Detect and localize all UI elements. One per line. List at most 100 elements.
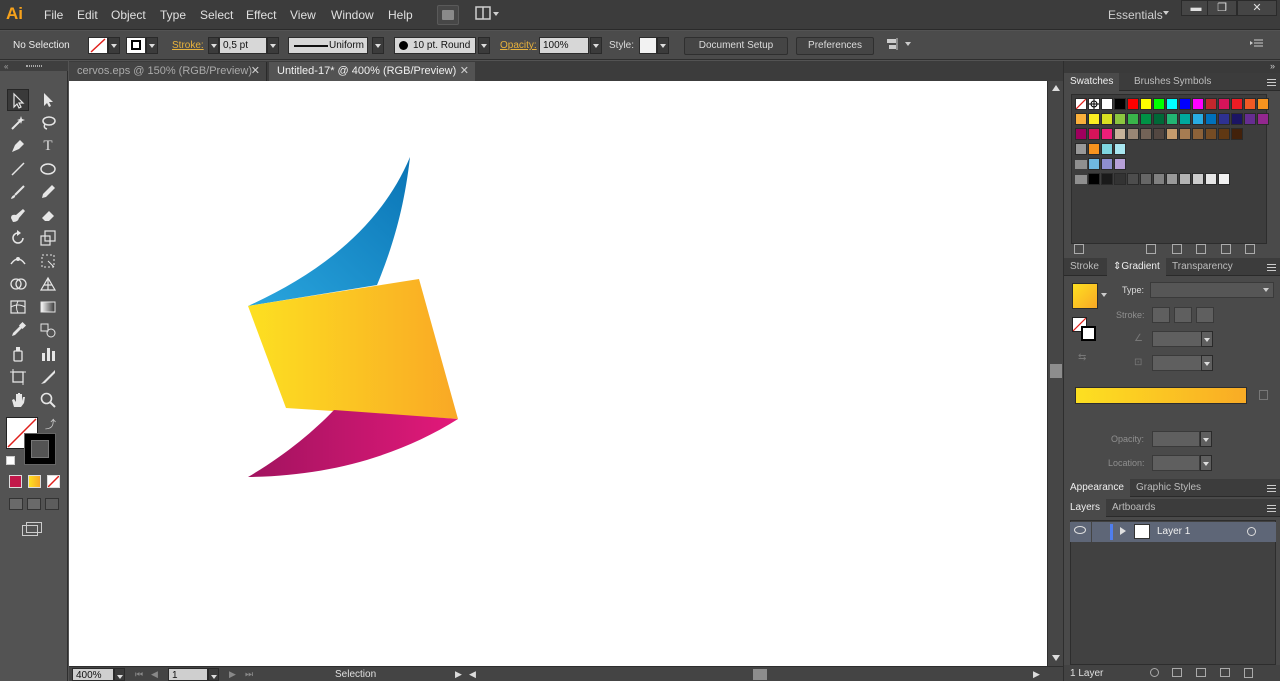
stroke-within-button[interactable]: [1152, 307, 1170, 323]
gradient-aspect-dropdown[interactable]: [1201, 355, 1213, 371]
gradient-stroke-indicator[interactable]: [1081, 326, 1096, 341]
artboard-dropdown[interactable]: [208, 668, 219, 681]
new-color-group-icon[interactable]: [1196, 244, 1206, 254]
brush-dropdown[interactable]: [478, 37, 490, 54]
direct-selection-tool[interactable]: [37, 89, 59, 111]
swatch-chip[interactable]: [1205, 173, 1217, 185]
swatch-chip[interactable]: [1075, 128, 1087, 140]
swatch-chip[interactable]: [1192, 98, 1204, 110]
swatch-libraries-icon[interactable]: [1074, 244, 1084, 254]
fill-swatch[interactable]: [88, 37, 108, 54]
close-tab-icon[interactable]: ✕: [460, 62, 469, 81]
swatch-chip[interactable]: [1205, 113, 1217, 125]
menu-edit[interactable]: Edit: [77, 8, 98, 22]
swatch-chip[interactable]: [1205, 98, 1217, 110]
swatch-chip[interactable]: [1166, 128, 1178, 140]
expand-triangle-icon[interactable]: [1120, 527, 1126, 535]
swatch-chip[interactable]: [1218, 98, 1230, 110]
artboard-canvas[interactable]: [69, 81, 1047, 666]
stroke-color-box[interactable]: [24, 433, 56, 465]
stroke-profile-select[interactable]: Uniform: [288, 37, 368, 54]
swatch-chip[interactable]: [1231, 98, 1243, 110]
stroke-weight-stepper[interactable]: [208, 37, 219, 54]
stroke-profile-dropdown[interactable]: [372, 37, 384, 54]
swatch-chip[interactable]: [1218, 113, 1230, 125]
menu-help[interactable]: Help: [388, 8, 413, 22]
swatch-chip[interactable]: [1075, 113, 1087, 125]
tab-artboards[interactable]: Artboards: [1106, 499, 1161, 517]
color-mode-button[interactable]: [9, 475, 22, 488]
swatch-chip[interactable]: [1153, 128, 1165, 140]
free-transform-tool[interactable]: [37, 250, 59, 272]
fill-dropdown[interactable]: [108, 37, 120, 54]
screen-mode-button[interactable]: [22, 522, 42, 536]
gradient-angle-dropdown[interactable]: [1201, 331, 1213, 347]
swatch-chip[interactable]: [1088, 113, 1100, 125]
swatch-chip[interactable]: [1114, 128, 1126, 140]
close-window-button[interactable]: ✕: [1237, 0, 1277, 16]
swatch-chip[interactable]: [1075, 98, 1087, 110]
previous-artboard-icon[interactable]: ◀: [151, 669, 158, 680]
swatch-chip[interactable]: [1244, 98, 1256, 110]
width-tool[interactable]: [7, 250, 29, 272]
gradient-preview-swatch[interactable]: [1072, 283, 1098, 309]
swatch-chip[interactable]: [1179, 173, 1191, 185]
panel-menu-icon[interactable]: [1267, 77, 1277, 87]
stroke-along-button[interactable]: [1174, 307, 1192, 323]
delete-stop-icon[interactable]: [1259, 390, 1268, 400]
last-artboard-icon[interactable]: ⏭: [245, 669, 253, 680]
tab-graphic-styles[interactable]: Graphic Styles: [1130, 479, 1207, 497]
swatch-chip[interactable]: [1257, 113, 1269, 125]
make-clipping-mask-icon[interactable]: [1172, 668, 1182, 677]
gradient-location-field[interactable]: [1152, 455, 1200, 471]
pencil-tool[interactable]: [37, 181, 59, 203]
swatch-chip[interactable]: [1127, 128, 1139, 140]
swatch-chip[interactable]: [1075, 175, 1087, 184]
swatch-chip[interactable]: [1101, 143, 1113, 155]
swatch-chip[interactable]: [1088, 158, 1100, 170]
selection-tool[interactable]: [7, 89, 29, 111]
mesh-tool[interactable]: [7, 296, 29, 318]
blend-tool[interactable]: [37, 319, 59, 341]
menu-type[interactable]: Type: [160, 8, 186, 22]
horizontal-scroll-thumb[interactable]: [753, 669, 767, 680]
swatch-chip[interactable]: [1166, 98, 1178, 110]
workspace-switcher[interactable]: Essentials: [1108, 8, 1163, 22]
swatch-chip[interactable]: [1088, 98, 1100, 110]
swatch-chip[interactable]: [1257, 98, 1269, 110]
zoom-field[interactable]: 400%: [72, 668, 114, 681]
swatch-chip[interactable]: [1114, 143, 1126, 155]
tab-untitled-17[interactable]: Untitled-17* @ 400% (RGB/Preview) ✕: [269, 62, 475, 81]
panel-menu-icon[interactable]: [1267, 503, 1277, 513]
perspective-grid-tool[interactable]: [37, 273, 59, 295]
gradient-slider[interactable]: [1075, 387, 1247, 404]
scroll-right-icon[interactable]: ▶: [1033, 669, 1040, 680]
arrange-documents-button[interactable]: [474, 5, 504, 25]
delete-swatch-icon[interactable]: [1245, 244, 1255, 254]
swatch-chip[interactable]: [1140, 98, 1152, 110]
swatch-chip[interactable]: [1088, 143, 1100, 155]
locate-object-icon[interactable]: [1150, 668, 1159, 677]
target-circle-icon[interactable]: [1247, 527, 1256, 536]
swatch-chip[interactable]: [1244, 113, 1256, 125]
swatch-options-icon[interactable]: [1172, 244, 1182, 254]
draw-normal-button[interactable]: [9, 498, 23, 510]
control-panel-menu-button[interactable]: [1248, 37, 1266, 55]
artboard-number-field[interactable]: 1: [168, 668, 208, 681]
artboard-tool[interactable]: [7, 366, 29, 388]
swatch-chip[interactable]: [1153, 113, 1165, 125]
stroke-swatch[interactable]: [126, 37, 146, 54]
default-fill-stroke-icon[interactable]: [6, 456, 15, 465]
delete-layer-icon[interactable]: [1244, 668, 1253, 678]
swatch-chip[interactable]: [1192, 128, 1204, 140]
shape-builder-tool[interactable]: [7, 273, 29, 295]
menu-object[interactable]: Object: [111, 8, 146, 22]
swatch-chip[interactable]: [1114, 98, 1126, 110]
swatch-chip[interactable]: [1192, 113, 1204, 125]
swatch-chip[interactable]: [1153, 98, 1165, 110]
swatch-chip[interactable]: [1166, 113, 1178, 125]
stroke-across-button[interactable]: [1196, 307, 1214, 323]
graphic-style-dropdown[interactable]: [657, 37, 669, 54]
stroke-weight-dropdown[interactable]: [267, 37, 279, 54]
dock-grip[interactable]: »: [1064, 61, 1280, 73]
